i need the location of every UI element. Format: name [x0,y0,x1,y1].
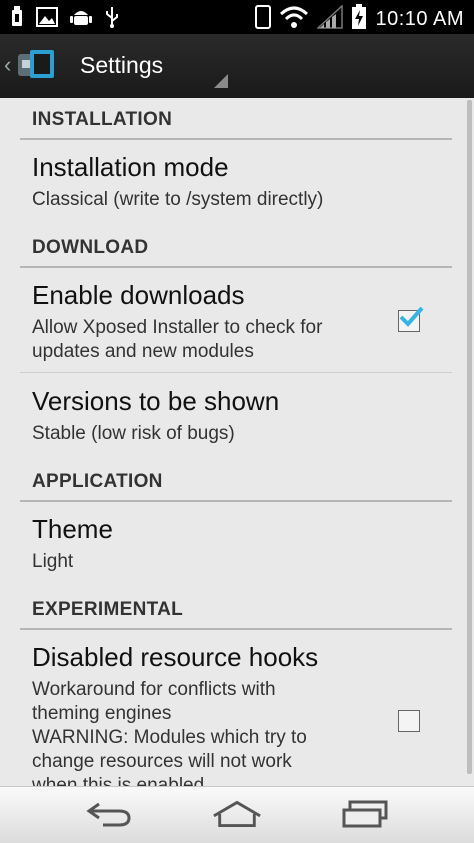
clock: 10:10 AM [375,8,464,30]
pref-summary: Classical (write to /system directly) [32,189,324,210]
pref-summary: Light [32,551,74,572]
section-header-installation: INSTALLATION [20,100,452,140]
navigation-bar [0,786,474,843]
pref-title: Disabled resource hooks [32,642,319,672]
battery-charging-icon [351,4,367,35]
xposed-installer-icon[interactable] [16,46,58,86]
status-bar: 10:10 AM [0,0,474,34]
pref-installation-mode[interactable]: Installation mode Classical (write to /s… [20,140,452,226]
section-header-label: EXPERIMENTAL [32,599,184,620]
section-header-label: INSTALLATION [32,109,173,130]
overflow-indicator-icon [214,74,228,88]
recent-apps-icon[interactable] [340,799,390,829]
pref-versions-shown[interactable]: Versions to be shown Stable (low risk of… [20,374,452,466]
pref-title: Versions to be shown [32,386,280,416]
pref-summary: Workaround for conflicts with theming en… [32,679,307,786]
pref-summary: Allow Xposed Installer to check for upda… [32,317,323,362]
usb-symbol-icon [104,6,120,33]
enable-downloads-checkbox[interactable] [398,306,424,332]
section-header-label: APPLICATION [32,471,163,492]
usb-icon [10,6,24,33]
image-icon [36,7,58,32]
section-header-label: DOWNLOAD [32,237,149,258]
phone-icon [255,5,272,34]
disabled-resource-hooks-checkbox[interactable] [398,710,420,732]
pref-title: Enable downloads [32,280,245,310]
pref-summary: Stable (low risk of bugs) [32,423,235,444]
divider [20,372,452,373]
section-header-download: DOWNLOAD [20,228,452,268]
page-title: Settings [80,52,164,78]
settings-list[interactable]: INSTALLATION Installation mode Classical… [0,98,474,786]
section-header-experimental: EXPERIMENTAL [20,590,452,630]
back-icon[interactable] [84,799,134,829]
wifi-icon [279,6,309,33]
checkmark-icon [399,306,424,327]
pref-disabled-resource-hooks[interactable]: Disabled resource hooks Workaround for c… [20,630,452,786]
pref-enable-downloads[interactable]: Enable downloads Allow Xposed Installer … [20,268,452,372]
pref-theme[interactable]: Theme Light [20,502,452,590]
chevron-left-icon[interactable]: ‹ [4,52,11,78]
pref-title: Installation mode [32,152,229,182]
section-header-application: APPLICATION [20,462,452,502]
android-icon [70,6,92,33]
scrollbar[interactable] [467,100,472,774]
home-icon[interactable] [212,799,262,829]
pref-title: Theme [32,514,113,544]
action-bar: ‹ Settings [0,34,474,100]
signal-icon [316,4,344,34]
